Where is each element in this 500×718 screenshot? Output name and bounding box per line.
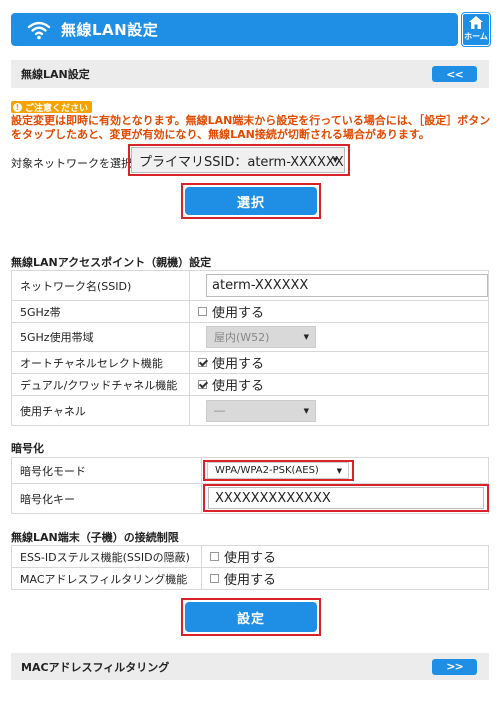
checkbox-label: 使用する <box>212 379 265 394</box>
auto-channel-checkbox[interactable]: 使用する <box>198 353 264 372</box>
connection-limit-table: ESS-IDステルス機能(SSIDの隠蔽) 使用する MACアドレスフィルタリン… <box>11 545 489 590</box>
encryption-mode-label: 暗号化モード <box>11 457 202 484</box>
mac-filtering-bar[interactable]: MACアドレスフィルタリング >> <box>11 653 489 680</box>
back-button[interactable]: << <box>432 66 477 82</box>
home-label: ホーム <box>464 32 488 41</box>
section-title: MACアドレスフィルタリング <box>21 660 170 674</box>
ap-settings-title: 無線LANアクセスポイント（親機）設定 <box>11 256 212 269</box>
checkbox-box <box>198 307 207 316</box>
channel-label: 使用チャネル <box>11 395 190 426</box>
encryption-key-label: 暗号化キー <box>11 483 202 514</box>
wireless-settings-bar: 無線LAN設定 << <box>11 60 489 88</box>
select-button[interactable]: 選択 <box>185 187 317 215</box>
submit-button[interactable]: 設定 <box>185 602 317 632</box>
channel-select[interactable]: ― ▼ <box>206 399 316 422</box>
wifi-icon <box>25 18 53 42</box>
ap-settings-table: ネットワーク名(SSID) aterm-XXXXXX 5GHz帯 使用する 5G… <box>11 270 489 426</box>
dual-channel-label: デュアル/クワッドチャネル機能 <box>11 373 190 396</box>
encryption-mode-select[interactable]: WPA/WPA2-PSK(AES) ▼ <box>207 462 349 479</box>
target-network-row: 対象ネットワークを選択 <box>11 155 132 171</box>
checkbox-box <box>210 552 219 561</box>
dropdown-arrow-icon: ▼ <box>303 406 309 415</box>
network-select-value: プライマリSSID：aterm-XXXXXX <box>139 154 344 170</box>
ssid-input[interactable]: aterm-XXXXXX <box>206 274 488 297</box>
page-title: 無線LAN設定 <box>61 21 159 39</box>
ghz5-checkbox[interactable]: 使用する <box>198 302 264 321</box>
mac-filter-label: MACアドレスフィルタリング機能 <box>11 567 202 590</box>
dropdown-arrow-icon: ▼ <box>336 466 342 475</box>
section-title: 無線LAN設定 <box>21 68 90 81</box>
dropdown-arrow-icon: ▼ <box>303 333 309 341</box>
checkbox-box <box>198 358 207 367</box>
checkbox-label: 使用する <box>212 357 265 372</box>
target-network-label: 対象ネットワークを選択 <box>11 157 132 170</box>
band-label: 5GHz使用帯域 <box>11 322 190 352</box>
checkbox-box <box>198 380 207 389</box>
mac-filter-checkbox[interactable]: 使用する <box>210 569 276 588</box>
page-header: 無線LAN設定 <box>11 13 458 46</box>
checkbox-label: 使用する <box>224 573 277 588</box>
notice-badge-label: ご注意ください <box>25 103 89 114</box>
notice-text: 設定変更は即時に有効となります。無線LAN端末から設定を行っている場合には、［設… <box>11 114 491 141</box>
channel-select-value: ― <box>214 404 225 417</box>
checkbox-label: 使用する <box>224 551 277 566</box>
network-select[interactable]: プライマリSSID：aterm-XXXXXX ▼ <box>131 147 345 173</box>
notice-badge: ! ご注意ください <box>11 101 93 114</box>
essid-stealth-label: ESS-IDステルス機能(SSIDの隠蔽) <box>11 545 202 568</box>
auto-channel-label: オートチャネルセレクト機能 <box>11 351 190 374</box>
checkbox-box <box>210 574 219 583</box>
ghz5-label: 5GHz帯 <box>11 300 190 323</box>
dropdown-arrow-icon: ▼ <box>332 156 338 164</box>
connection-limit-title: 無線LAN端末（子機）の接続制限 <box>11 531 179 544</box>
band-select-value: 屋内(W52) <box>214 331 270 344</box>
forward-button[interactable]: >> <box>432 658 477 675</box>
essid-stealth-checkbox[interactable]: 使用する <box>210 547 276 566</box>
encryption-key-input[interactable]: XXXXXXXXXXXXX <box>208 487 484 509</box>
exclamation-icon: ! <box>13 102 22 112</box>
dual-channel-checkbox[interactable]: 使用する <box>198 375 264 394</box>
checkbox-label: 使用する <box>212 306 265 321</box>
home-button[interactable]: ホーム <box>461 12 491 47</box>
encryption-mode-value: WPA/WPA2-PSK(AES) <box>215 465 319 476</box>
band-select[interactable]: 屋内(W52) ▼ <box>206 326 316 348</box>
encryption-title: 暗号化 <box>11 442 44 455</box>
ssid-label: ネットワーク名(SSID) <box>11 270 190 301</box>
home-icon <box>469 16 483 32</box>
